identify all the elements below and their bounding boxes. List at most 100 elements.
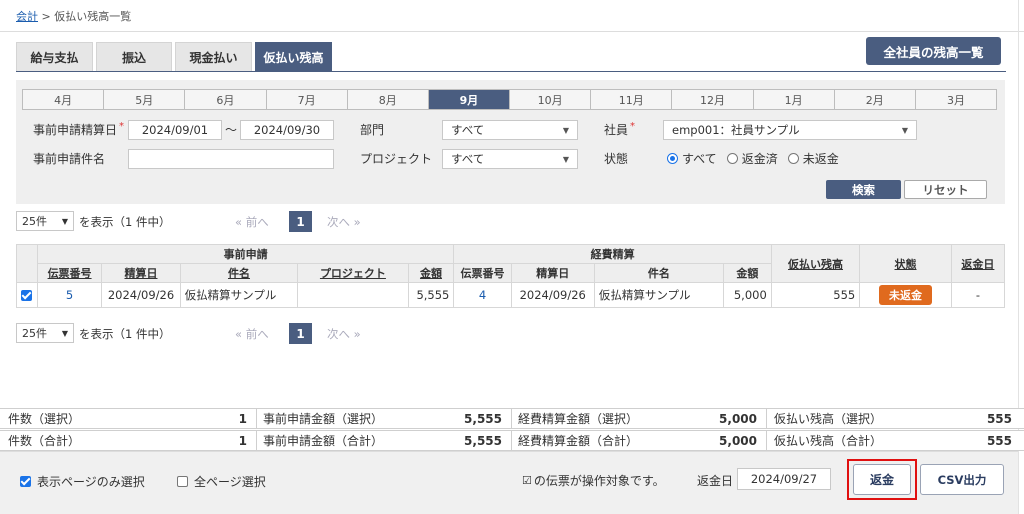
month-1[interactable]: 1月 [754, 90, 835, 109]
chevron-down-icon: ▼ [562, 154, 569, 164]
search-button[interactable]: 検索 [826, 180, 901, 199]
balance-cell: 555 [770, 282, 861, 308]
checkbox-checked-icon[interactable] [21, 290, 33, 301]
exp-subject-cell: 仮払精算サンプル [593, 282, 724, 308]
status-radio-group: すべて 返金済 未返金 [667, 150, 849, 167]
pre-no-header[interactable]: 伝票番号 [36, 263, 103, 283]
advance-balance-table: 事前申請 経費精算 仮払い残高 状態 返金日 伝票番号 精算日 件名 プロジェク… [16, 244, 1006, 308]
summary-pre-label: 事前申請金額（選択） [263, 412, 384, 426]
summary-bal-value: 555 [986, 411, 1012, 426]
subject-input[interactable] [128, 149, 334, 169]
pager-prev-top[interactable]: « 前へ [235, 214, 269, 230]
pre-subject-header[interactable]: 件名 [179, 263, 299, 283]
month-5[interactable]: 5月 [104, 90, 186, 109]
employee-label: 社員 * [604, 121, 636, 137]
summary-count-value: 1 [238, 433, 247, 448]
status-radio-returned[interactable]: 返金済 [726, 150, 778, 167]
chevron-down-icon: ▼ [61, 216, 68, 226]
summary-bal-value: 555 [986, 433, 1012, 448]
reset-button[interactable]: リセット [904, 180, 987, 199]
status-radio-all[interactable]: すべて [667, 150, 717, 167]
breadcrumb-current: 仮払い残高一覧 [54, 10, 132, 23]
tab-salary-payment[interactable]: 給与支払 [16, 42, 93, 71]
row-checkbox-cell[interactable] [16, 282, 38, 308]
summary-exp-value: 5,000 [719, 433, 757, 448]
summary-count-value: 1 [238, 411, 247, 426]
department-select-value: すべて [451, 123, 485, 137]
pre-no-link[interactable]: 5 [66, 288, 73, 302]
month-11[interactable]: 11月 [591, 90, 673, 109]
month-7[interactable]: 7月 [267, 90, 348, 109]
all-pages-select-checkbox[interactable]: 全ページ選択 [177, 473, 266, 490]
month-selector: 4月 5月 6月 7月 8月 9月 10月 11月 12月 1月 2月 3月 [22, 89, 997, 110]
status-radio-unreturned[interactable]: 未返金 [787, 150, 839, 167]
return-date-label: 返金日 [697, 474, 734, 488]
exp-no-link[interactable]: 4 [479, 288, 486, 302]
pre-project-cell [297, 282, 409, 308]
summary-pre-value: 5,555 [464, 433, 502, 448]
month-9[interactable]: 9月 [428, 90, 511, 109]
pre-application-group-header: 事前申請 [36, 244, 455, 264]
pre-project-header[interactable]: プロジェクト [297, 263, 409, 283]
pre-amount-cell: 5,555 [407, 282, 455, 308]
pre-date-header[interactable]: 精算日 [101, 263, 181, 283]
breadcrumb-root-link[interactable]: 会計 [16, 10, 38, 23]
pre-amount-header[interactable]: 金額 [407, 263, 455, 283]
date-range-separator: 〜 [225, 123, 238, 137]
employee-select[interactable]: emp001：社員サンプル ▼ [663, 120, 917, 140]
month-2[interactable]: 2月 [835, 90, 916, 109]
required-mark: * [119, 121, 125, 132]
per-page-select-bottom[interactable]: 25件 ▼ [16, 323, 74, 343]
tab-cash-payment[interactable]: 現金払い [175, 42, 252, 71]
return-date-header[interactable]: 返金日 [950, 244, 1006, 283]
per-page-select-top[interactable]: 25件 ▼ [16, 211, 74, 231]
tab-advance-balance[interactable]: 仮払い残高 [255, 42, 332, 71]
balance-header[interactable]: 仮払い残高 [770, 244, 861, 283]
tab-transfer[interactable]: 振込 [96, 42, 172, 71]
summary-exp-label: 経費精算金額（選択） [518, 412, 639, 426]
project-label: プロジェクト [360, 152, 433, 166]
department-label: 部門 [360, 123, 385, 137]
summary-row-selected: 件数（選択） 1 事前申請金額（選択） 5,555 経費精算金額（選択） 5,0… [0, 408, 1024, 429]
month-12[interactable]: 12月 [672, 90, 754, 109]
status-cell: 未返金 [859, 282, 952, 308]
month-6[interactable]: 6月 [185, 90, 267, 109]
project-select[interactable]: すべて ▼ [442, 149, 578, 169]
pre-subject-cell: 仮払精算サンプル [179, 282, 299, 308]
month-8[interactable]: 8月 [348, 90, 429, 109]
date-to-input[interactable]: 2024/09/30 [240, 120, 334, 140]
month-3[interactable]: 3月 [916, 90, 996, 109]
subject-label: 事前申請件名 [33, 152, 106, 166]
checkbox-unchecked-icon [177, 476, 188, 487]
chevron-down-icon: ▼ [61, 328, 68, 338]
radio-on-icon [667, 153, 678, 164]
status-header[interactable]: 状態 [859, 244, 952, 283]
return-date-input[interactable]: 2024/09/27 [737, 468, 831, 490]
pager-prev-bottom[interactable]: « 前へ [235, 326, 269, 342]
exp-no-header: 伝票番号 [453, 263, 512, 283]
pager-next-bottom[interactable]: 次へ » [327, 326, 361, 342]
date-from-input[interactable]: 2024/09/01 [128, 120, 222, 140]
target-note: ☑ の伝票が操作対象です。 [522, 474, 665, 488]
pager-display-text-bottom: を表示（1 件中） [79, 327, 171, 341]
settle-date-label: 事前申請精算日 * [33, 121, 125, 137]
page-only-select-checkbox[interactable]: 表示ページのみ選択 [20, 473, 145, 490]
summary-pre-value: 5,555 [464, 411, 502, 426]
checkbox-checked-icon [20, 476, 31, 487]
status-label: 状態 [604, 152, 629, 166]
all-employee-balance-button[interactable]: 全社員の残高一覧 [866, 37, 1001, 65]
checkbox-mark-icon: ☑ [522, 474, 532, 487]
csv-export-button[interactable]: CSV出力 [920, 464, 1004, 495]
pager-current-bottom[interactable]: 1 [289, 323, 312, 344]
expense-group-header: 経費精算 [453, 244, 772, 264]
department-select[interactable]: すべて ▼ [442, 120, 578, 140]
pager-next-top[interactable]: 次へ » [327, 214, 361, 230]
pager-current-top[interactable]: 1 [289, 211, 312, 232]
month-10[interactable]: 10月 [510, 90, 592, 109]
return-button[interactable]: 返金 [853, 464, 911, 495]
exp-date-header: 精算日 [510, 263, 595, 283]
exp-subject-header: 件名 [593, 263, 724, 283]
exp-amount-cell: 5,000 [722, 282, 772, 308]
return-date-cell: - [950, 282, 1006, 308]
month-4[interactable]: 4月 [23, 90, 105, 109]
